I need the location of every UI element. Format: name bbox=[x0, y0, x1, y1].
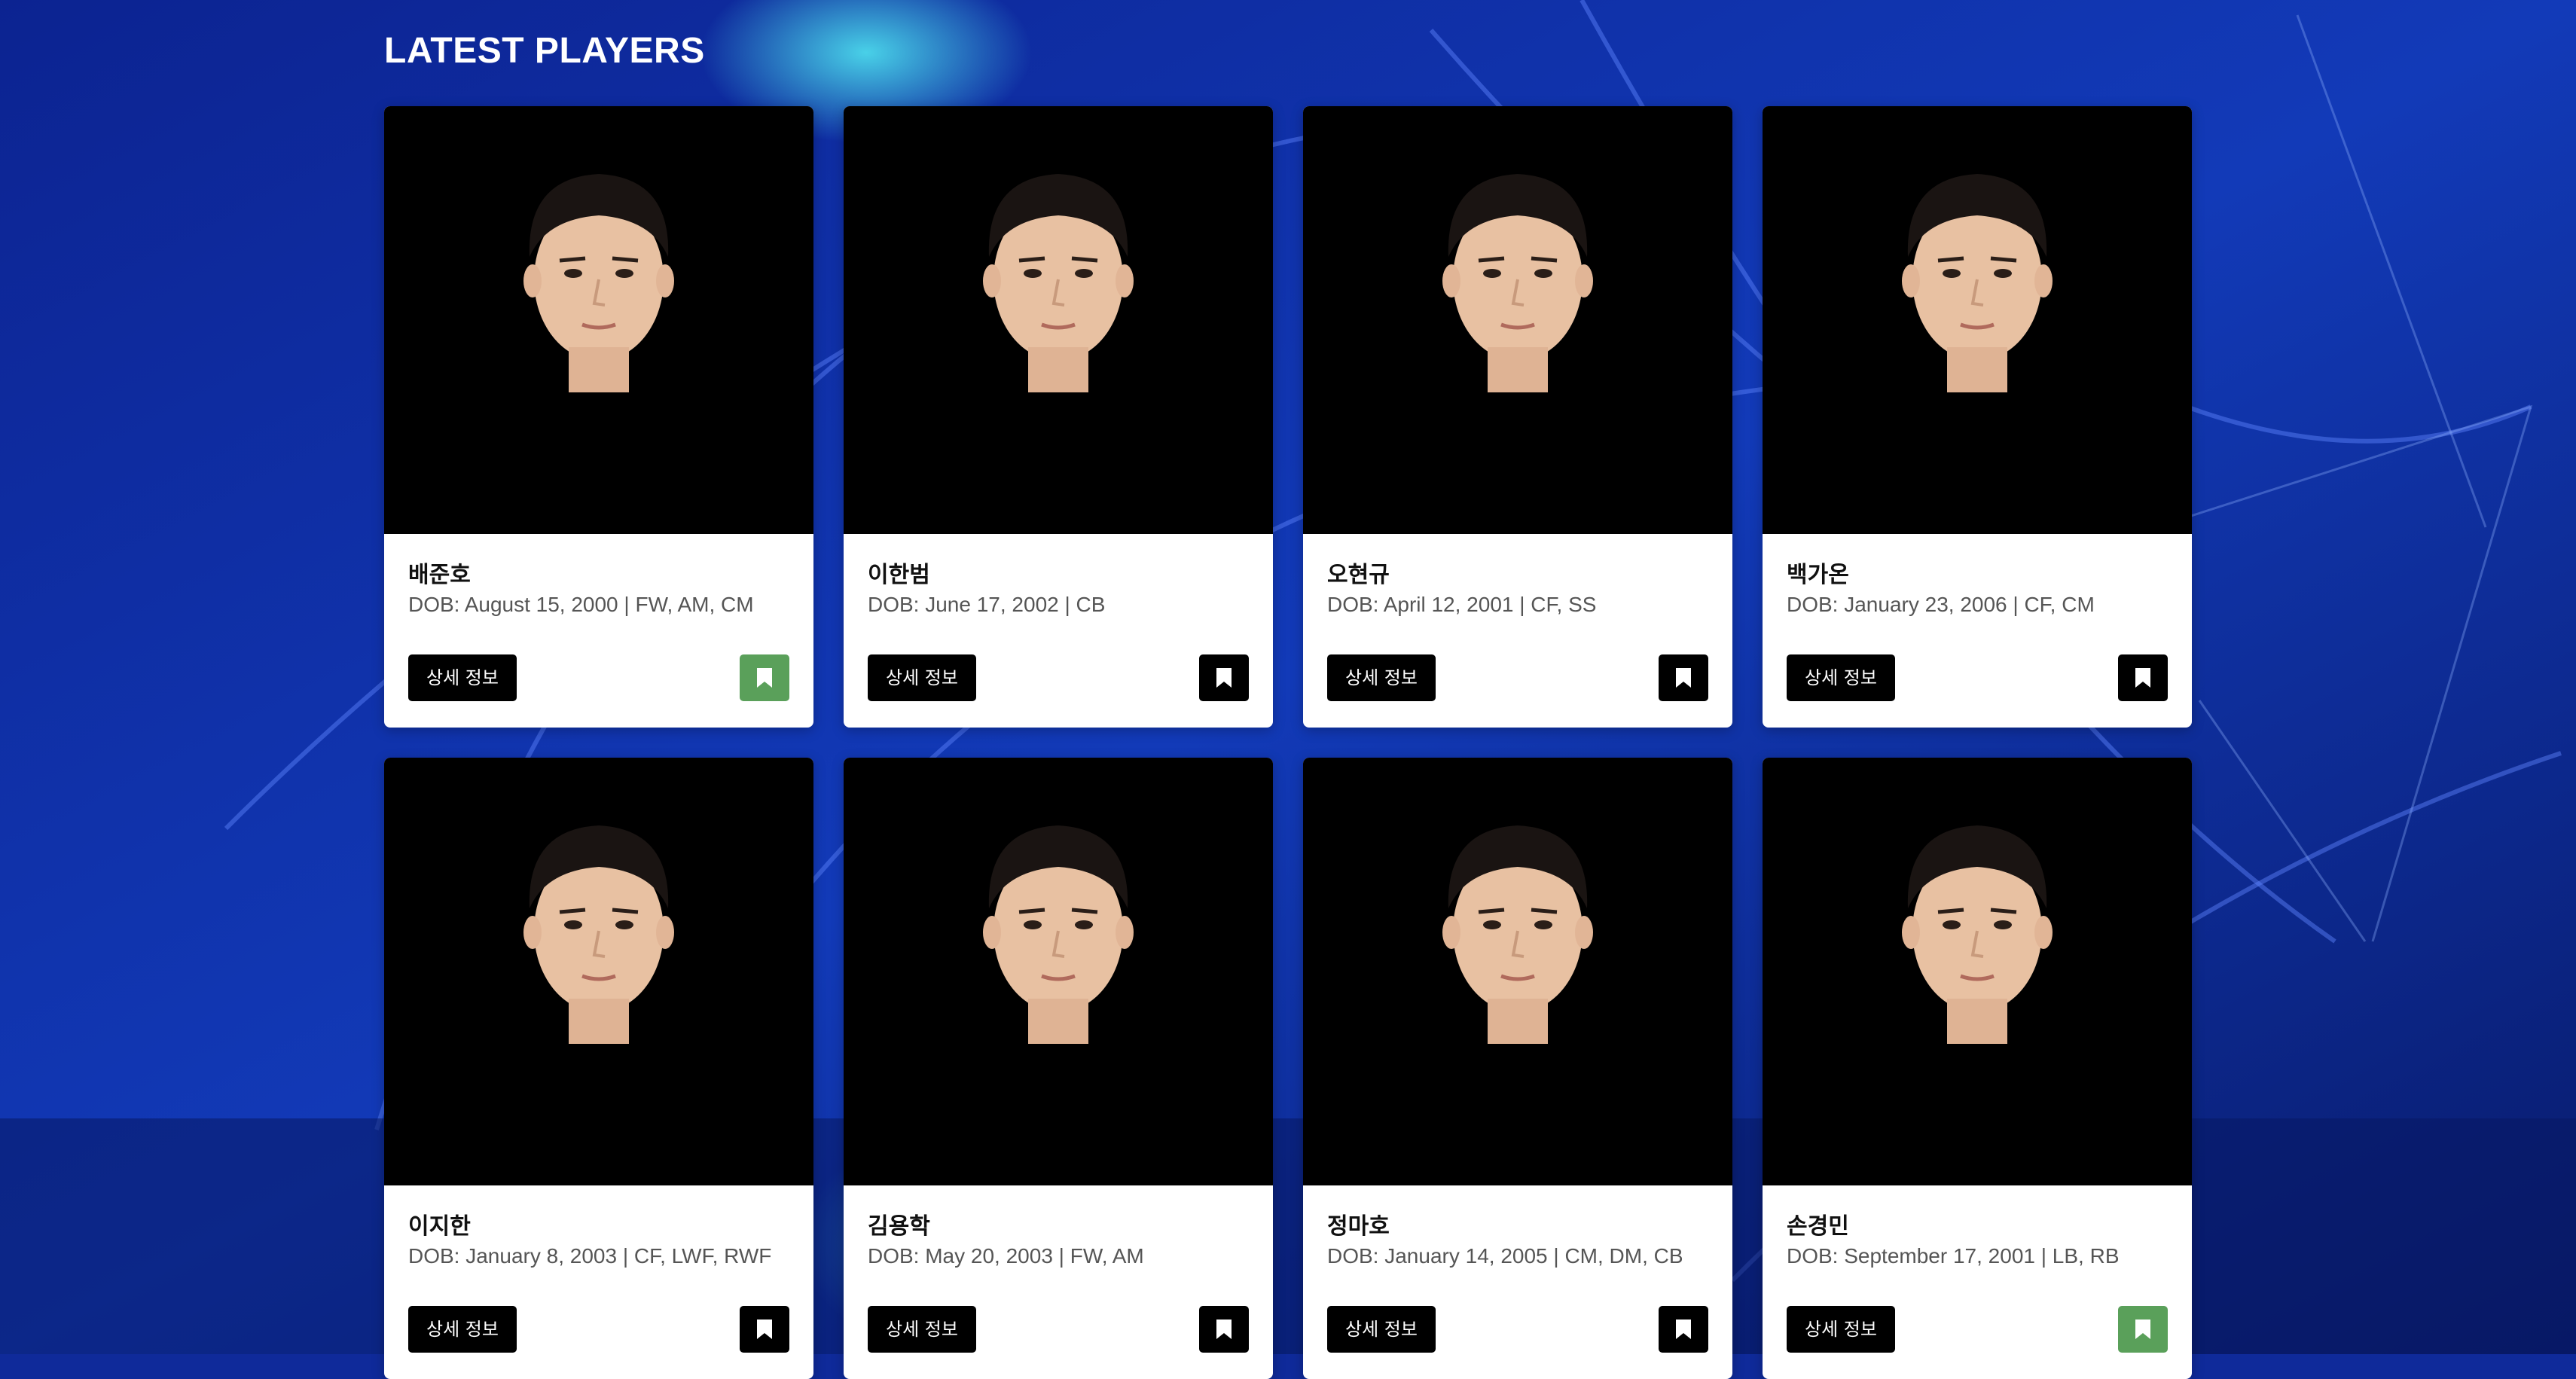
bookmark-button[interactable] bbox=[2118, 1306, 2168, 1353]
bookmark-button[interactable] bbox=[740, 1306, 789, 1353]
player-name: 김용학 bbox=[868, 1213, 930, 1240]
detail-info-button[interactable]: 상세 정보 bbox=[1327, 654, 1436, 701]
players-section: LATEST PLAYERS 배준호 DOB: August 15, 2000 |… bbox=[0, 0, 2576, 1379]
bookmark-button[interactable] bbox=[740, 654, 789, 701]
bookmark-button[interactable] bbox=[1199, 1306, 1249, 1353]
player-info: DOB: April 12, 2001 | CF, SS bbox=[1327, 593, 1597, 616]
bookmark-icon bbox=[1676, 668, 1691, 688]
player-photo bbox=[384, 758, 813, 1185]
player-photo bbox=[1303, 758, 1732, 1185]
player-name: 이지한 bbox=[408, 1213, 471, 1240]
bookmark-button[interactable] bbox=[1659, 654, 1708, 701]
player-photo bbox=[384, 106, 813, 534]
player-name: 배준호 bbox=[408, 562, 471, 588]
player-photo bbox=[844, 758, 1273, 1185]
bookmark-icon bbox=[1216, 1320, 1232, 1339]
bookmark-button[interactable] bbox=[1199, 654, 1249, 701]
bookmark-icon bbox=[2135, 1320, 2150, 1339]
player-card: 손경민 DOB: September 17, 2001 | LB, RB 상세 정보 bbox=[1763, 758, 2192, 1379]
player-name: 손경민 bbox=[1787, 1213, 1849, 1240]
detail-info-button[interactable]: 상세 정보 bbox=[868, 1306, 976, 1353]
bookmark-button[interactable] bbox=[2118, 654, 2168, 701]
player-info: DOB: September 17, 2001 | LB, RB bbox=[1787, 1244, 2120, 1268]
player-card: 김용학 DOB: May 20, 2003 | FW, AM 상세 정보 bbox=[844, 758, 1273, 1379]
player-photo bbox=[1763, 106, 2192, 534]
bookmark-icon bbox=[2135, 668, 2150, 688]
player-card: 이지한 DOB: January 8, 2003 | CF, LWF, RWF 상세… bbox=[384, 758, 813, 1379]
player-name: 백가온 bbox=[1787, 562, 1849, 588]
detail-info-button[interactable]: 상세 정보 bbox=[408, 1306, 517, 1353]
player-info: DOB: May 20, 2003 | FW, AM bbox=[868, 1244, 1144, 1268]
player-info: DOB: January 14, 2005 | CM, DM, CB bbox=[1327, 1244, 1683, 1268]
detail-info-button[interactable]: 상세 정보 bbox=[1787, 1306, 1895, 1353]
player-photo bbox=[1763, 758, 2192, 1185]
player-info: DOB: June 17, 2002 | CB bbox=[868, 593, 1106, 616]
player-card: 백가온 DOB: January 23, 2006 | CF, CM 상세 정보 bbox=[1763, 106, 2192, 728]
detail-info-button[interactable]: 상세 정보 bbox=[868, 654, 976, 701]
detail-info-button[interactable]: 상세 정보 bbox=[408, 654, 517, 701]
player-name: 오현규 bbox=[1327, 562, 1390, 588]
detail-info-button[interactable]: 상세 정보 bbox=[1787, 654, 1895, 701]
player-name: 이한범 bbox=[868, 562, 930, 588]
player-card: 배준호 DOB: August 15, 2000 | FW, AM, CM 상세 정… bbox=[384, 106, 813, 728]
player-photo bbox=[844, 106, 1273, 534]
bookmark-icon bbox=[1216, 668, 1232, 688]
player-info: DOB: August 15, 2000 | FW, AM, CM bbox=[408, 593, 754, 616]
player-card: 정마호 DOB: January 14, 2005 | CM, DM, CB 상세 … bbox=[1303, 758, 1732, 1379]
detail-info-button[interactable]: 상세 정보 bbox=[1327, 1306, 1436, 1353]
player-photo bbox=[1303, 106, 1732, 534]
player-card: 이한범 DOB: June 17, 2002 | CB 상세 정보 bbox=[844, 106, 1273, 728]
player-name: 정마호 bbox=[1327, 1213, 1390, 1240]
player-info: DOB: January 23, 2006 | CF, CM bbox=[1787, 593, 2095, 616]
section-title: LATEST PLAYERS bbox=[384, 31, 705, 71]
bookmark-button[interactable] bbox=[1659, 1306, 1708, 1353]
bookmark-icon bbox=[1676, 1320, 1691, 1339]
bookmark-icon bbox=[757, 1320, 772, 1339]
player-card: 오현규 DOB: April 12, 2001 | CF, SS 상세 정보 bbox=[1303, 106, 1732, 728]
bookmark-icon bbox=[757, 668, 772, 688]
player-info: DOB: January 8, 2003 | CF, LWF, RWF bbox=[408, 1244, 772, 1268]
